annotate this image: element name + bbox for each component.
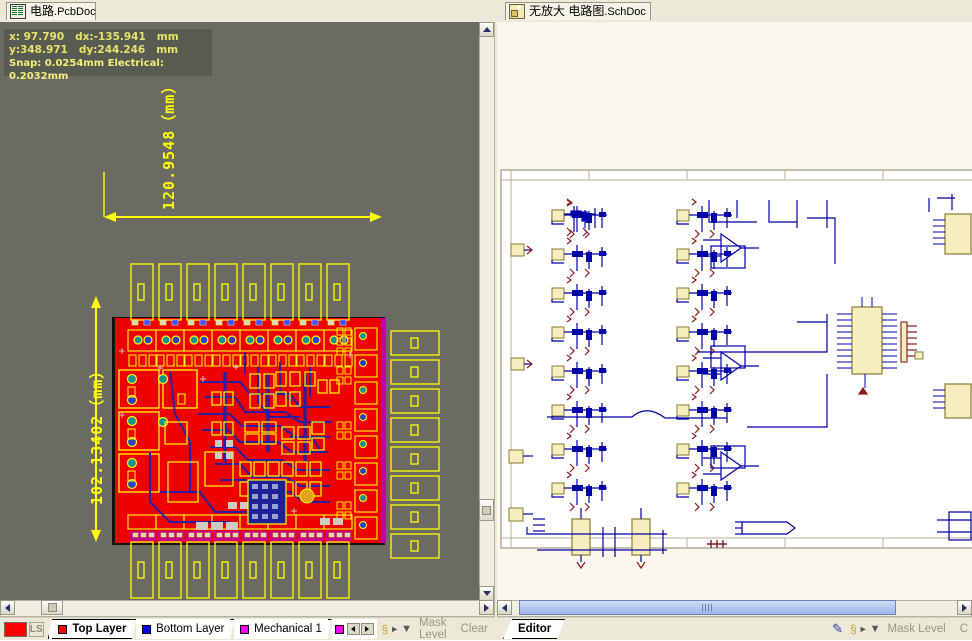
pcb-horizontal-scrollbar[interactable] bbox=[0, 600, 495, 617]
sch-horizontal-scroll-thumb[interactable]: |||| bbox=[519, 600, 896, 615]
clear-button[interactable]: Clear bbox=[454, 623, 495, 635]
pcb-scroll-left-button[interactable] bbox=[0, 600, 15, 615]
schematic-canvas[interactable] bbox=[497, 22, 972, 600]
status-snap-line: Snap: 0.0254mm Electrical: 0.2032mm bbox=[9, 58, 164, 82]
chevron-up-icon bbox=[482, 27, 491, 32]
drc-icon[interactable]: § bbox=[382, 622, 389, 636]
clear-button[interactable]: C bbox=[953, 623, 972, 635]
schematic-document-icon bbox=[509, 4, 525, 19]
ls-button[interactable]: LS bbox=[28, 621, 44, 637]
layer-color-chip bbox=[142, 624, 152, 634]
document-tab-pcb-suffix: .PcbDoc bbox=[54, 6, 96, 18]
document-tab-sch-label: 无放大 电路图 bbox=[529, 4, 605, 18]
sch-tab-editor[interactable]: Editor bbox=[512, 619, 558, 639]
status-dy: dy:244.246 bbox=[78, 44, 146, 56]
mask-level-button[interactable]: Mask Level bbox=[881, 623, 953, 635]
play-icon[interactable]: ► bbox=[390, 624, 399, 634]
pcb-vertical-scroll-thumb[interactable] bbox=[479, 499, 494, 521]
play-icon[interactable]: ► bbox=[859, 624, 868, 634]
layer-tab-top-layer-label: Top Layer bbox=[72, 623, 127, 635]
document-tab-strip: 电路.PcbDoc 无放大 电路图.SchDoc bbox=[0, 0, 972, 22]
layer-tab-mechanical-1[interactable]: Mechanical 1 bbox=[234, 619, 328, 639]
document-tab-pcb[interactable]: 电路.PcbDoc bbox=[6, 2, 96, 20]
pcb-layer-statusbar: LS Top Layer Bottom Layer Mechanical 1 §… bbox=[0, 617, 495, 641]
pcb-status-overlay: x: 97.790 dx:-135.941 mm y:348.971 dy:24… bbox=[4, 29, 212, 82]
layer-prev-button[interactable] bbox=[346, 623, 360, 635]
filter-icon[interactable]: ▼ bbox=[401, 623, 412, 635]
filter-icon[interactable]: ▼ bbox=[870, 623, 881, 635]
sch-horizontal-scrollbar[interactable]: |||| bbox=[497, 600, 972, 617]
drc-icon[interactable]: § bbox=[850, 622, 857, 636]
pcb-board-graphics bbox=[112, 263, 440, 599]
chevron-right-icon bbox=[484, 603, 489, 612]
pcb-vertical-scrollbar[interactable] bbox=[479, 22, 495, 601]
chevron-down-icon bbox=[482, 591, 491, 596]
editor-tab-slant-left bbox=[503, 619, 512, 639]
arrow-right-icon bbox=[365, 626, 370, 632]
status-unit-2: mm bbox=[156, 44, 179, 56]
pcb-scroll-right-button[interactable] bbox=[479, 600, 494, 615]
layer-color-chip bbox=[58, 624, 68, 634]
thumb-grip-icon bbox=[47, 603, 57, 612]
pcb-canvas[interactable]: 120.9548（mm） 102.13402（mm） bbox=[0, 22, 479, 600]
layer-color-chip bbox=[334, 624, 344, 634]
status-dx: dx:-135.941 bbox=[75, 31, 146, 43]
schematic-editor-panel: |||| bbox=[497, 22, 972, 618]
layer-tab-bottom-layer[interactable]: Bottom Layer bbox=[136, 619, 231, 639]
sch-scroll-right-button[interactable] bbox=[957, 600, 972, 615]
mask-level-button[interactable]: Mask Level bbox=[412, 617, 454, 641]
thumb-grip-icon bbox=[482, 505, 491, 515]
sch-tab-editor-label: Editor bbox=[518, 623, 552, 635]
current-layer-color-swatch[interactable] bbox=[4, 621, 27, 637]
sch-scroll-left-button[interactable] bbox=[497, 600, 512, 615]
layer-tab-extra[interactable] bbox=[331, 619, 377, 639]
arrow-left-icon bbox=[351, 626, 356, 632]
document-tab-pcb-label: 电路 bbox=[30, 4, 55, 18]
status-unit-1: mm bbox=[156, 31, 179, 43]
status-y: y:348.971 bbox=[9, 44, 68, 56]
layer-next-button[interactable] bbox=[360, 623, 374, 635]
editor-tab-slant-right bbox=[557, 618, 566, 640]
status-x: x: 97.790 bbox=[9, 31, 65, 43]
layer-tab-bottom-layer-label: Bottom Layer bbox=[156, 623, 225, 635]
pcb-editor-panel: 120.9548（mm） 102.13402（mm） bbox=[0, 22, 495, 618]
chevron-left-icon bbox=[5, 603, 10, 612]
schematic-graphics bbox=[500, 169, 972, 570]
layer-tab-mechanical-1-label: Mechanical 1 bbox=[254, 623, 322, 635]
document-tab-sch-suffix: .SchDoc bbox=[604, 6, 646, 18]
pcb-scroll-up-button[interactable] bbox=[479, 22, 494, 37]
pcb-document-icon bbox=[10, 4, 26, 19]
application-window: 电路.PcbDoc 无放大 电路图.SchDoc 120.9548（mm） 10… bbox=[0, 0, 972, 641]
pcb-horizontal-scroll-thumb[interactable] bbox=[41, 600, 63, 615]
chevron-left-icon bbox=[502, 603, 507, 612]
sch-editor-statusbar: Editor ✎ § ► ▼ Mask Level C bbox=[497, 617, 972, 640]
thumb-grip-icon: |||| bbox=[701, 603, 714, 612]
document-tab-sch[interactable]: 无放大 电路图.SchDoc bbox=[505, 2, 651, 20]
chevron-right-icon bbox=[962, 603, 967, 612]
layer-color-chip bbox=[240, 624, 250, 634]
pcb-scroll-down-button[interactable] bbox=[479, 586, 494, 601]
pen-icon[interactable]: ✎ bbox=[832, 621, 843, 637]
layer-tab-top-layer[interactable]: Top Layer bbox=[52, 619, 133, 639]
